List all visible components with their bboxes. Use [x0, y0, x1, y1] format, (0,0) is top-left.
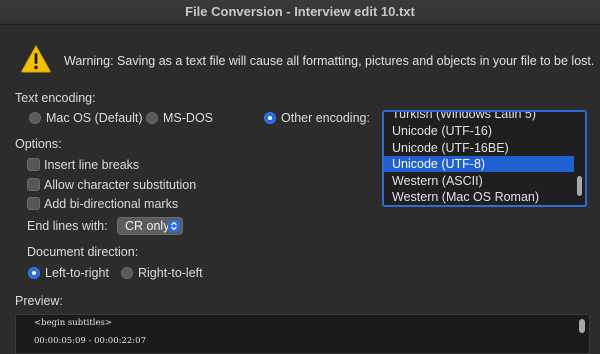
- radio-mac-os[interactable]: [29, 112, 41, 124]
- radio-right-to-left[interactable]: [121, 267, 133, 279]
- checkbox-bidi-marks-label[interactable]: Add bi-directional marks: [44, 197, 178, 211]
- encoding-item[interactable]: Turkish (Windows Latin 5): [384, 112, 574, 122]
- checkbox-bidi-marks[interactable]: [27, 197, 40, 210]
- radio-left-to-right-label[interactable]: Left-to-right: [45, 266, 109, 280]
- checkbox-allow-substitution-label[interactable]: Allow character substitution: [44, 178, 196, 192]
- radio-left-to-right[interactable]: [28, 267, 40, 279]
- checkbox-allow-substitution[interactable]: [27, 178, 40, 191]
- radio-other-encoding-label[interactable]: Other encoding:: [281, 111, 370, 125]
- preview-line: 00:00:05:09 - 00:00:22:07: [34, 336, 146, 346]
- checkbox-insert-line-breaks-label[interactable]: Insert line breaks: [44, 158, 139, 172]
- radio-ms-dos[interactable]: [146, 112, 158, 124]
- preview-line: <begin subtitles>: [34, 318, 112, 328]
- preview-pane[interactable]: <begin subtitles> 00:00:05:09 - 00:00:22…: [15, 314, 590, 354]
- text-encoding-label: Text encoding:: [15, 91, 96, 105]
- end-lines-select[interactable]: CR only: [117, 217, 183, 235]
- warning-message: Warning: Saving as a text file will caus…: [64, 54, 595, 68]
- radio-right-to-left-label[interactable]: Right-to-left: [138, 266, 203, 280]
- encoding-list-scrollbar[interactable]: [577, 176, 582, 196]
- options-label: Options:: [15, 137, 62, 151]
- end-lines-label: End lines with:: [27, 219, 108, 233]
- encoding-item[interactable]: Unicode (UTF-16): [384, 123, 574, 139]
- preview-label: Preview:: [15, 294, 63, 308]
- preview-scrollbar[interactable]: [579, 319, 585, 333]
- radio-other-encoding[interactable]: [264, 112, 276, 124]
- encoding-list[interactable]: Turkish (Windows Latin 5) Unicode (UTF-1…: [382, 110, 587, 207]
- radio-ms-dos-label[interactable]: MS-DOS: [163, 111, 213, 125]
- radio-mac-os-label[interactable]: Mac OS (Default): [46, 111, 143, 125]
- warning-triangle-icon: [21, 45, 51, 73]
- window-title: File Conversion - Interview edit 10.txt: [0, 0, 600, 25]
- direction-label: Document direction:: [27, 245, 139, 259]
- encoding-item-selected[interactable]: Unicode (UTF-8): [384, 156, 574, 172]
- end-lines-value: CR only: [125, 219, 170, 233]
- encoding-item[interactable]: Western (ASCII): [384, 173, 574, 189]
- encoding-item[interactable]: Western (Mac OS Roman): [384, 189, 574, 205]
- chevron-updown-icon: [168, 220, 180, 232]
- encoding-item[interactable]: Unicode (UTF-16BE): [384, 140, 574, 156]
- checkbox-insert-line-breaks[interactable]: [27, 158, 40, 171]
